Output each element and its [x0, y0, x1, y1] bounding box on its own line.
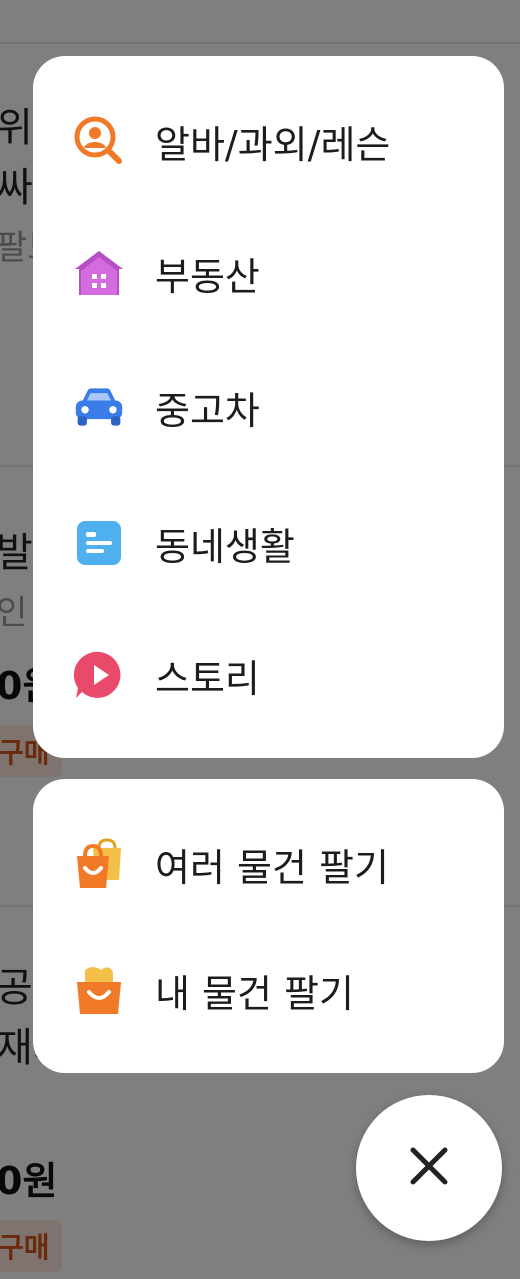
sell-menu: 여러 물건 팔기 내 물건 팔기: [33, 779, 504, 1073]
menu-item-sell-mine[interactable]: 내 물건 팔기: [33, 935, 504, 1045]
close-icon: [407, 1144, 451, 1192]
category-menu: 알바/과외/레슨 부동산 중고차 동네생활 스토리: [33, 56, 504, 758]
menu-item-label: 중고차: [155, 388, 260, 433]
menu-item-label: 스토리: [155, 656, 260, 701]
menu-item-neighborhood-life[interactable]: 동네생활: [33, 488, 504, 598]
car-icon: [73, 381, 125, 433]
job-search-icon: [73, 115, 125, 167]
menu-item-label: 부동산: [155, 254, 260, 299]
menu-item-job[interactable]: 알바/과외/레슨: [33, 86, 504, 196]
menu-item-story[interactable]: 스토리: [33, 620, 504, 730]
community-post-icon: [73, 517, 125, 569]
menu-item-real-estate[interactable]: 부동산: [33, 218, 504, 328]
menu-item-label: 내 물건 팔기: [155, 971, 354, 1016]
house-icon: [73, 247, 125, 299]
shopping-bag-icon: [73, 964, 125, 1016]
multiple-bags-icon: [73, 838, 125, 890]
menu-item-label: 동네생활: [155, 524, 295, 569]
menu-item-sell-multiple[interactable]: 여러 물건 팔기: [33, 809, 504, 919]
story-play-icon: [73, 649, 125, 701]
menu-item-used-car[interactable]: 중고차: [33, 352, 504, 462]
menu-item-label: 여러 물건 팔기: [155, 845, 389, 890]
close-button[interactable]: [356, 1095, 502, 1241]
menu-item-label: 알바/과외/레슨: [155, 122, 391, 167]
